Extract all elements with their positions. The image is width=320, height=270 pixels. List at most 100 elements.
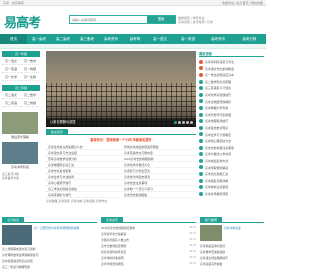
category-link[interactable]: 高二语文 [2, 92, 20, 99]
category-link[interactable]: 高一英语 [2, 66, 20, 73]
list-item[interactable]: 高考地理答题技巧 [199, 118, 264, 125]
bullet-icon [199, 66, 203, 71]
top-bar-links[interactable]: 收藏本站 | 设为首页 | 网站地图 [222, 1, 263, 5]
slider-dot[interactable] [186, 121, 189, 124]
category-link[interactable]: 高二数学 [21, 92, 39, 99]
list-item[interactable]: 高考冲刺阶段复习方法 [199, 59, 264, 66]
category-link[interactable]: 高二英语 [2, 100, 20, 107]
list-item[interactable]: 高考语文作文素材精选 [199, 66, 264, 73]
nav-item-home[interactable]: 首页 [0, 34, 27, 44]
nav-item-2[interactable]: 高二高考 [51, 34, 75, 44]
thumbnail-caption[interactable]: 高考冲刺阶段 [2, 165, 38, 169]
list-item-label: 高考语文作文素材精选 [205, 66, 234, 71]
slider-dots [173, 121, 193, 124]
featured-link[interactable]: 高考冲刺必读 [224, 225, 264, 231]
news-link[interactable]: 2023高考志愿填报指南发布 [101, 226, 135, 230]
nav-item-5[interactable]: 高考网 [123, 34, 147, 44]
left-column: 高一年级 高一语文 高一数学 高一英语 高一物理 高一化学 高一生物 高二年级 … [0, 51, 41, 217]
thumbnail-image[interactable] [2, 225, 32, 245]
news-link[interactable]: 高考英语听力技巧 [48, 192, 120, 197]
news-row[interactable]: 高考考场安排通知 09-18 [101, 261, 196, 267]
list-item[interactable]: 高一学生如何适应高中 [199, 72, 264, 79]
slider-dot[interactable] [178, 121, 181, 124]
headline-link[interactable]: 高考状元：坚持阅读一个小时 年级排名提升 [46, 137, 196, 142]
news-date: 09-18 [189, 262, 196, 265]
search-input[interactable] [72, 18, 142, 22]
list-item[interactable]: 高考英语写作模板 [200, 261, 264, 267]
list-item[interactable]: 高考政治重点知识 [199, 125, 264, 132]
list-item[interactable]: 高考体检注意事项 [199, 184, 264, 191]
list-item[interactable]: 高中生学习计划制定 [199, 132, 264, 139]
slider-dot[interactable] [174, 121, 177, 124]
category-link[interactable]: 高一化学 [2, 74, 20, 81]
bullet-icon [199, 171, 203, 176]
news-link[interactable]: 新高考选科指导意见 [101, 250, 126, 254]
nav-item-4[interactable]: 高考资讯 [99, 34, 123, 44]
list-item[interactable]: 高考报名流程详解 [199, 178, 264, 185]
site-logo[interactable]: 易高考 [4, 12, 41, 31]
list-item[interactable]: 高二数学知识点整理 [199, 79, 264, 86]
list-item[interactable]: 高考化学实验题技巧 [199, 92, 264, 99]
hot-links: 做題题目 | 学历考试 高考志愿 | 资讯考研 | 高考 [178, 16, 264, 24]
list-item[interactable]: 高三英语复习计划表 [199, 85, 264, 92]
bullet-icon [199, 165, 203, 170]
section-title[interactable]: 热点资讯 [46, 129, 69, 135]
section-title[interactable]: 高考资讯 [101, 217, 124, 223]
thumbnail-image[interactable] [2, 112, 38, 134]
list-item[interactable]: 高考成绩查询方法 [199, 158, 264, 165]
list-item[interactable]: 高考加分政策汇总 [199, 171, 264, 178]
category-title-grade1[interactable]: 高一年级 [2, 51, 40, 57]
news-link[interactable]: 高考改革新方案解读 [101, 232, 126, 236]
search-button[interactable]: 搜索 [147, 16, 175, 23]
list-item-label: 高考分数线公布时间 [205, 152, 232, 157]
nav-item-7[interactable]: 高一英语 [173, 34, 203, 44]
nav-item-3[interactable]: 高三备考 [75, 34, 99, 44]
list-item[interactable]: 高考历史年代表整理 [199, 112, 264, 119]
category-title-grade2[interactable]: 高二年级 [2, 85, 40, 91]
image-slider[interactable]: 以家长理解为前提 [46, 51, 196, 127]
slider-dot[interactable] [182, 121, 185, 124]
list-item[interactable]: 高考前心理调适方法 [199, 138, 264, 145]
nav-item-6[interactable]: 高一语文 [147, 34, 173, 44]
list-item[interactable]: 高三一轮复习物理专题 [2, 264, 97, 270]
list-item-label: 高考冲刺阶段复习方法 [205, 60, 234, 64]
list-item[interactable]: 高考志愿填报注意事项 [199, 145, 264, 152]
news-link[interactable]: 高考体检标准说明 [101, 256, 123, 260]
featured-link[interactable]: 高一上册历史10月月考调研检测试卷 [34, 225, 97, 231]
tag-links[interactable]: 高考政策 高考改革 高考动态 高考试题 高考作文 [46, 199, 196, 203]
news-link[interactable]: 全国高考报名人数公布 [101, 238, 129, 242]
category-link[interactable]: 高一语文 [2, 58, 20, 65]
category-link[interactable]: 高一物理 [21, 66, 39, 73]
bullet-icon [199, 105, 203, 110]
list-item[interactable]: 高考分数线公布时间 [199, 151, 264, 158]
news-link[interactable]: 高考考场安排通知 [101, 262, 123, 266]
list-item[interactable]: 高考录取规则解读 [199, 165, 264, 172]
list-item[interactable]: 高考生物遗传题解析 [199, 99, 264, 106]
hot-links-row-2[interactable]: 高考志愿 | 资讯考研 | 高考 [178, 20, 264, 24]
category-link[interactable]: 高二物理 [21, 100, 39, 107]
news-link[interactable]: 高考历史答题模板 [124, 192, 196, 197]
category-link[interactable]: 高一数学 [21, 58, 39, 65]
list-item[interactable]: 高考物理力学专题 [199, 105, 264, 112]
slider-dot[interactable] [190, 121, 193, 124]
list-item[interactable]: 高考备考方法 [2, 176, 40, 180]
list-item-label: 高考报名流程详解 [205, 178, 229, 183]
right-column: 最新更新 高考冲刺阶段复习方法 高考语文作文素材精选 高一学生如何适应高中 高二… [199, 51, 264, 201]
thumbnail-image[interactable] [200, 225, 222, 241]
thumbnail-caption[interactable]: 课后家长理解 [2, 135, 38, 139]
section-title[interactable]: 热门推荐 [200, 217, 223, 223]
section-title[interactable]: 最新更新 [199, 52, 212, 56]
news-link[interactable]: 高考分数线划定规则 [101, 244, 126, 248]
list-item[interactable]: 高考考场规则须知 [199, 191, 264, 198]
nav-item-1[interactable]: 高一高考 [27, 34, 51, 44]
nav-item-9[interactable]: 高考分数 [233, 34, 266, 44]
category-link[interactable]: 高一生物 [21, 74, 39, 81]
sub-nav [0, 44, 266, 49]
section-title[interactable]: 今日热点 [2, 217, 25, 223]
thumbnail-image[interactable] [2, 142, 38, 164]
section-title-bar: 今日热点 [2, 217, 97, 223]
list-item-label: 高考历史年代表整理 [205, 112, 232, 117]
bullet-icon [199, 79, 203, 84]
main-nav: 首页 高一高考 高二高考 高三备考 高考资讯 高考网 高一语文 高一英语 高考资… [0, 34, 266, 44]
nav-item-8[interactable]: 高考资讯 [203, 34, 233, 44]
